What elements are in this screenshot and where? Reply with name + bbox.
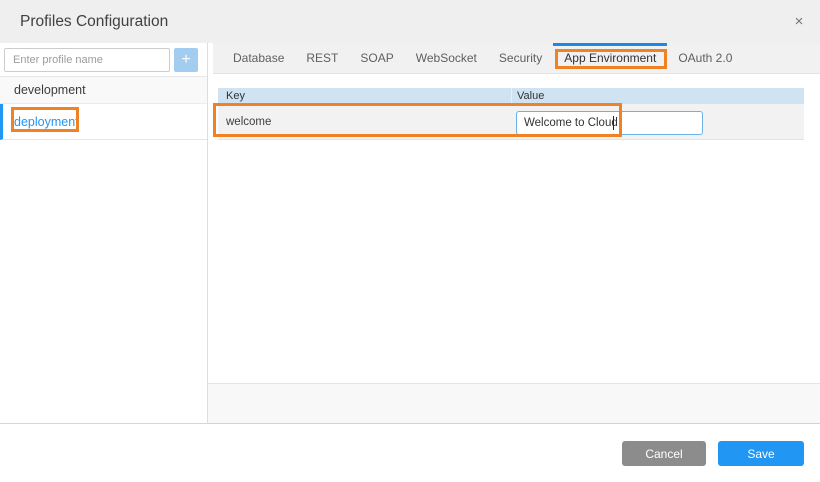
- panel-footer: [208, 383, 820, 424]
- tab-soap[interactable]: SOAP: [349, 43, 404, 73]
- close-icon[interactable]: ×: [789, 12, 809, 32]
- profile-name-input[interactable]: [4, 48, 170, 72]
- dialog-footer: Cancel Save: [0, 424, 820, 482]
- table-row: welcome: [218, 104, 804, 140]
- page-title: Profiles Configuration: [20, 0, 168, 43]
- tab-security[interactable]: Security: [488, 43, 553, 73]
- column-header-value: Value: [512, 88, 804, 104]
- profile-item-label: deployment: [14, 115, 79, 129]
- cancel-button[interactable]: Cancel: [622, 441, 706, 466]
- profiles-configuration-dialog: Profiles Configuration × + development d…: [0, 0, 820, 482]
- profile-item-development[interactable]: development: [0, 77, 207, 104]
- column-header-key: Key: [218, 88, 512, 104]
- dialog-header: Profiles Configuration ×: [0, 0, 820, 43]
- value-input-wrap: [516, 111, 703, 135]
- tab-bar: Database REST SOAP WebSocket Security Ap…: [213, 43, 820, 74]
- tab-oauth-2-0[interactable]: OAuth 2.0: [667, 43, 743, 73]
- text-caret: [613, 116, 614, 130]
- main-panel: Database REST SOAP WebSocket Security Ap…: [208, 43, 820, 424]
- profiles-sidebar: + development deployment: [0, 43, 208, 424]
- key-cell: welcome: [218, 104, 512, 139]
- value-input[interactable]: [516, 111, 703, 135]
- env-table-header: Key Value: [218, 88, 804, 104]
- tab-app-environment[interactable]: App Environment: [553, 43, 667, 73]
- tab-database[interactable]: Database: [222, 43, 295, 73]
- env-table: Key Value welcome: [218, 88, 804, 140]
- save-button[interactable]: Save: [718, 441, 804, 466]
- add-profile-button[interactable]: +: [174, 48, 198, 72]
- profile-item-deployment[interactable]: deployment: [0, 104, 207, 140]
- tab-websocket[interactable]: WebSocket: [405, 43, 488, 73]
- value-cell: [512, 104, 804, 139]
- profile-create-row: +: [0, 43, 207, 77]
- profile-item-label: development: [14, 83, 86, 97]
- tab-rest[interactable]: REST: [295, 43, 349, 73]
